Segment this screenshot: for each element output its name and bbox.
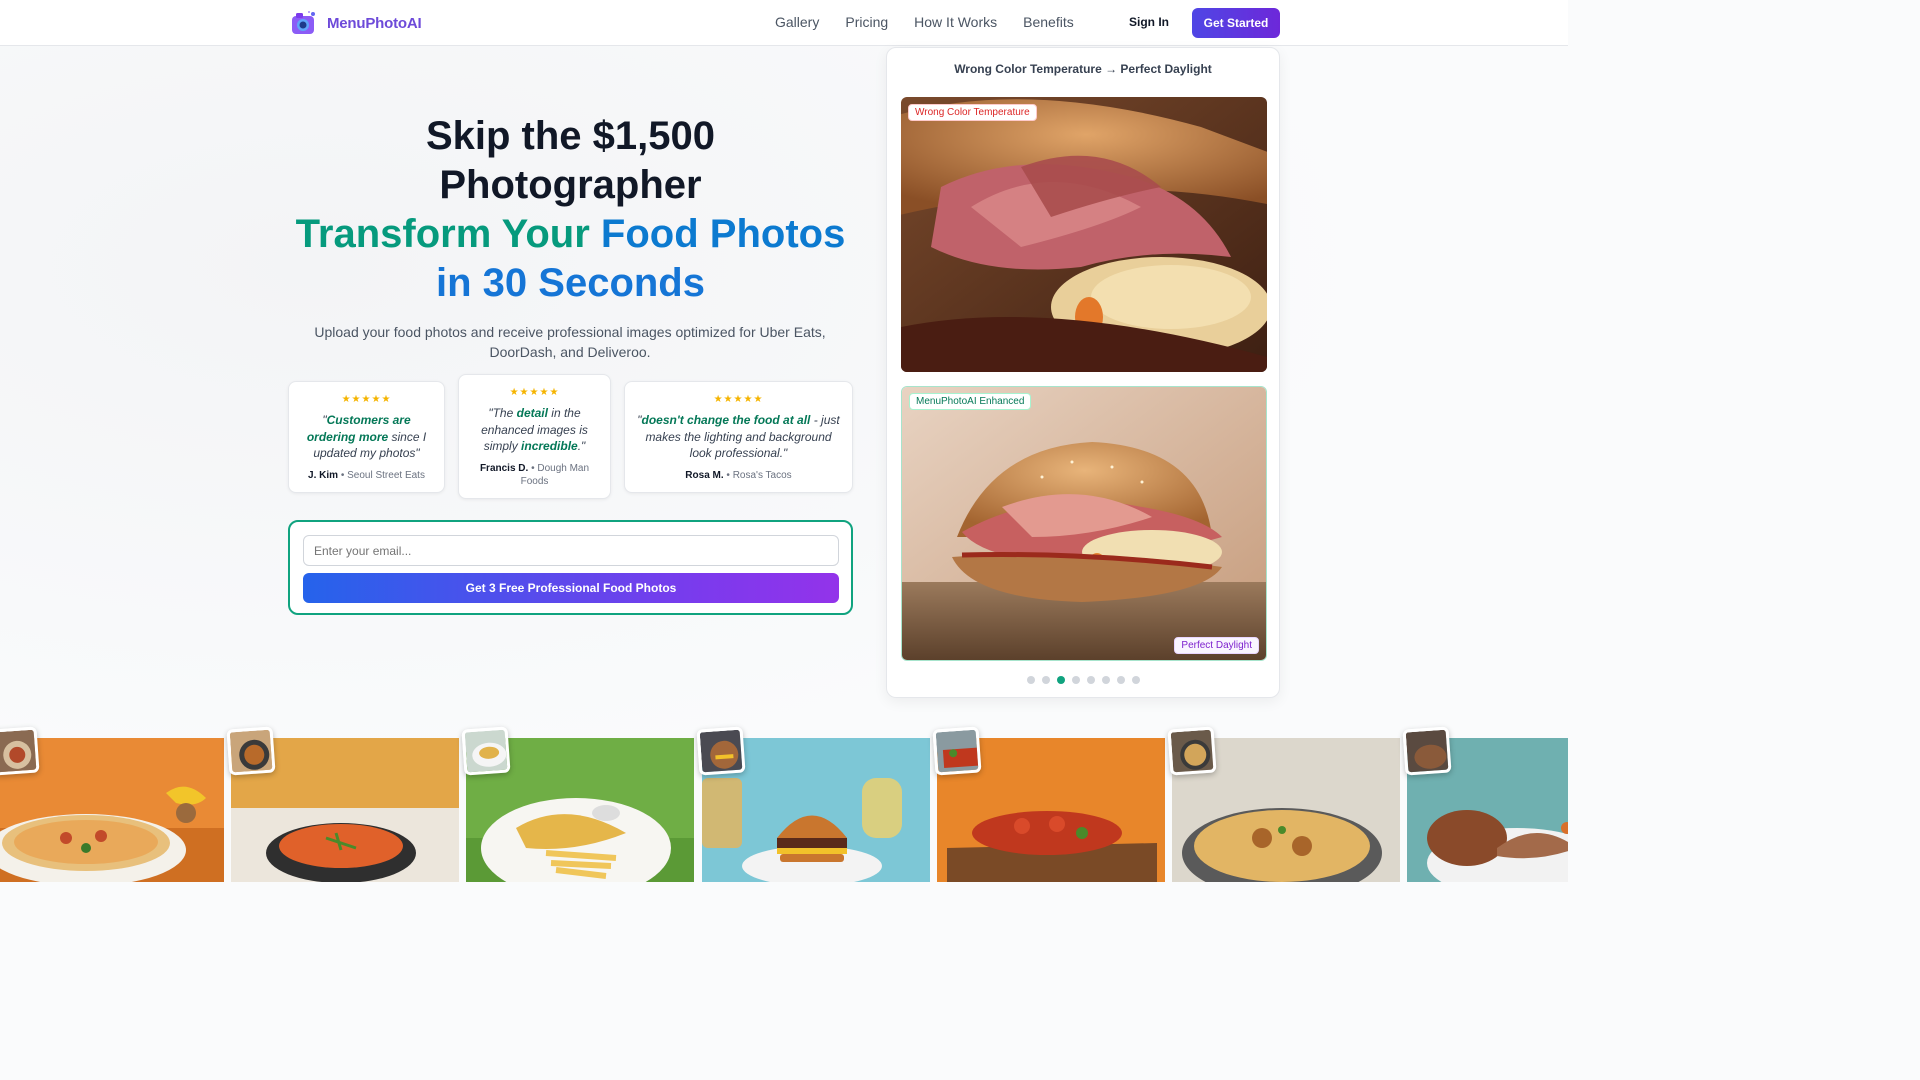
main-nav: Gallery Pricing How It Works Benefits xyxy=(775,14,1074,30)
brand-logo[interactable]: MenuPhotoAI xyxy=(291,10,422,36)
testimonial-quote: "Customers are ordering more since I upd… xyxy=(306,413,427,460)
signup-form: Get 3 Free Professional Food Photos xyxy=(288,520,853,615)
comparison-title: Wrong Color Temperature → Perfect Daylig… xyxy=(954,62,1212,76)
sign-in-link[interactable]: Sign In xyxy=(1129,15,1169,29)
carousel-dot[interactable] xyxy=(1131,676,1140,684)
before-photo: Wrong Color Temperature xyxy=(901,97,1267,372)
testimonial-author: J. Kim • Seoul Street Eats xyxy=(308,469,425,481)
gallery-thumbnail xyxy=(1167,726,1217,776)
testimonial-author: Rosa M. • Rosa's Tacos xyxy=(685,469,792,481)
gallery-thumbnail xyxy=(0,726,40,776)
carousel-dot[interactable] xyxy=(1041,676,1050,684)
testimonial-author: Francis D. • Dough Man Foods xyxy=(479,462,590,487)
page: MenuPhotoAI Gallery Pricing How It Works… xyxy=(0,0,1568,882)
nav-pricing[interactable]: Pricing xyxy=(845,14,888,30)
star-rating: ★★★★★ xyxy=(341,394,392,405)
testimonial-quote: "doesn't change the food at all - just m… xyxy=(637,413,840,460)
gallery-thumbnail xyxy=(226,726,276,776)
headline-line-1: Skip the $1,500 xyxy=(425,114,716,158)
carousel-dot[interactable] xyxy=(1071,676,1080,684)
testimonial-card: ★★★★★ "doesn't change the food at all - … xyxy=(624,381,853,493)
headline-line-4: in 30 Seconds xyxy=(436,261,705,305)
before-badge: Wrong Color Temperature xyxy=(908,104,1037,121)
testimonial-card: ★★★★★ "The detail in the enhanced images… xyxy=(458,374,611,499)
brand-name: MenuPhotoAI xyxy=(327,14,422,32)
gallery-thumbnail xyxy=(696,726,746,776)
bacon-sandwich-warm-image xyxy=(901,97,1267,372)
carousel-dot[interactable] xyxy=(1101,676,1110,684)
camera-logo-icon xyxy=(291,10,317,36)
top-nav-bar: MenuPhotoAI Gallery Pricing How It Works… xyxy=(0,0,1568,46)
nav-gallery[interactable]: Gallery xyxy=(775,14,819,30)
testimonial-card: ★★★★★ "Customers are ordering more since… xyxy=(288,381,445,493)
get-started-button[interactable]: Get Started xyxy=(1192,8,1280,38)
carousel-dot[interactable] xyxy=(1026,676,1035,684)
gallery-thumbnail xyxy=(461,726,511,776)
after-photo: MenuPhotoAI Enhanced Perfect Daylight xyxy=(901,386,1267,661)
nav-how-it-works[interactable]: How It Works xyxy=(914,14,997,30)
email-input[interactable] xyxy=(303,535,839,566)
star-rating: ★★★★★ xyxy=(509,387,560,398)
carousel-dots xyxy=(887,676,1279,684)
carousel-dot[interactable] xyxy=(1086,676,1095,684)
hero-subtitle: Upload your food photos and receive prof… xyxy=(314,324,826,360)
hero-headline: Skip the $1,500 Photographer Transform Y… xyxy=(288,112,853,308)
carousel-dot-active[interactable] xyxy=(1056,676,1065,684)
daylight-tag: Perfect Daylight xyxy=(1174,637,1259,654)
nav-benefits[interactable]: Benefits xyxy=(1023,14,1074,30)
headline-line-2: Photographer xyxy=(439,163,702,207)
headline-line-3: Transform Your Food Photos xyxy=(288,210,853,259)
carousel-dot[interactable] xyxy=(1116,676,1125,684)
headline-green-text: Transform Your xyxy=(295,212,590,256)
gallery-thumbnail xyxy=(1402,726,1452,776)
get-free-photos-button[interactable]: Get 3 Free Professional Food Photos xyxy=(303,573,839,603)
bacon-sandwich-daylight-image xyxy=(902,387,1266,660)
testimonial-quote: "The detail in the enhanced images is si… xyxy=(481,406,588,453)
enhanced-badge: MenuPhotoAI Enhanced xyxy=(909,393,1032,410)
star-rating: ★★★★★ xyxy=(713,394,764,405)
before-after-carousel: Wrong Color Temperature → Perfect Daylig… xyxy=(886,47,1280,698)
headline-blue-text: Food Photos xyxy=(600,212,846,256)
gallery-thumbnail xyxy=(932,726,982,776)
gallery-strip xyxy=(0,726,1568,882)
